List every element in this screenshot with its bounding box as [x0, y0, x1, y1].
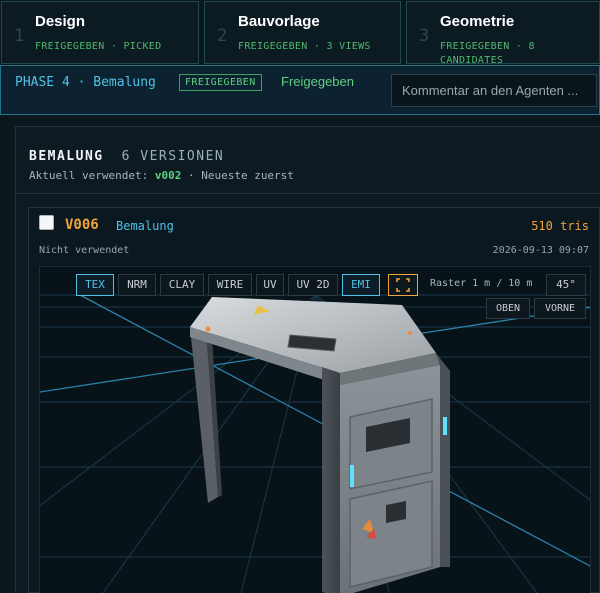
mode-nrm-button[interactable]: NRM: [118, 274, 156, 296]
phase-status: FREIGEGEBEN · PICKED: [35, 41, 162, 52]
divider: [16, 193, 600, 194]
mode-tex-button[interactable]: TEX: [76, 274, 114, 296]
camera-angle-field[interactable]: 45°: [546, 274, 586, 296]
version-phase: Bemalung: [116, 219, 174, 233]
panel-title: BEMALUNG: [29, 149, 104, 164]
panel-header: BEMALUNG 6 VERSIONEN: [29, 145, 224, 164]
mode-uv2d-button[interactable]: UV 2D: [288, 274, 338, 296]
current-phase-label: PHASE 4 · Bemalung: [15, 75, 156, 90]
mode-clay-button[interactable]: CLAY: [160, 274, 204, 296]
view-top-button[interactable]: OBEN: [486, 298, 530, 319]
frame-corners-icon: [396, 278, 410, 292]
mode-uv-button[interactable]: UV: [256, 274, 284, 296]
3d-viewport[interactable]: TEX NRM CLAY WIRE UV UV 2D EMI Raster 1 …: [39, 266, 591, 593]
phase-stepper: 1 Design FREIGEGEBEN · PICKED 2 Bauvorla…: [0, 0, 600, 66]
view-front-button[interactable]: VORNE: [534, 298, 586, 319]
version-card: V006 Bemalung 510 tris Nicht verwendet 2…: [28, 207, 600, 593]
phase-number: 2: [217, 26, 228, 46]
version-count: 6 VERSIONEN: [121, 149, 225, 164]
mode-wire-button[interactable]: WIRE: [208, 274, 252, 296]
agent-comment-input[interactable]: [391, 74, 597, 107]
approved-status-text: Freigegeben: [281, 74, 354, 89]
grid-scale-label: Raster 1 m / 10 m: [430, 278, 533, 289]
current-version-link[interactable]: v002: [155, 169, 182, 182]
phase-title: Design: [35, 13, 86, 30]
phase-number: 3: [419, 26, 430, 46]
frame-corners-icon[interactable]: [388, 274, 418, 296]
phase-status: FREIGEGEBEN · 3 VIEWS: [238, 41, 371, 52]
current-phase-bar: PHASE 4 · Bemalung FREIGEGEBEN Freigegeb…: [0, 65, 600, 115]
version-usage-state: Nicht verwendet: [39, 245, 130, 256]
phase-card-geometrie[interactable]: 3 Geometrie FREIGEGEBEN · 8 CANDIDATES: [406, 1, 600, 66]
triangle-count: 510 tris: [531, 219, 589, 233]
phase-status: FREIGEGEBEN · 8 CANDIDATES: [440, 41, 535, 66]
approved-badge: FREIGEGEBEN: [179, 74, 262, 91]
mode-emi-button[interactable]: EMI: [342, 274, 380, 296]
phase-number: 1: [14, 26, 25, 46]
phase-title: Bauvorlage: [238, 13, 320, 30]
version-name: V006: [65, 217, 99, 233]
panel-subtitle: Aktuell verwendet: v002 · Neueste zuerst: [29, 169, 294, 182]
phase-card-bauvorlage[interactable]: 2 Bauvorlage FREIGEGEBEN · 3 VIEWS: [204, 1, 401, 64]
version-timestamp: 2026-09-13 09:07: [492, 245, 589, 256]
phase-title: Geometrie: [440, 13, 515, 30]
phase-card-design[interactable]: 1 Design FREIGEGEBEN · PICKED: [1, 1, 199, 64]
version-select-checkbox[interactable]: [39, 215, 54, 230]
